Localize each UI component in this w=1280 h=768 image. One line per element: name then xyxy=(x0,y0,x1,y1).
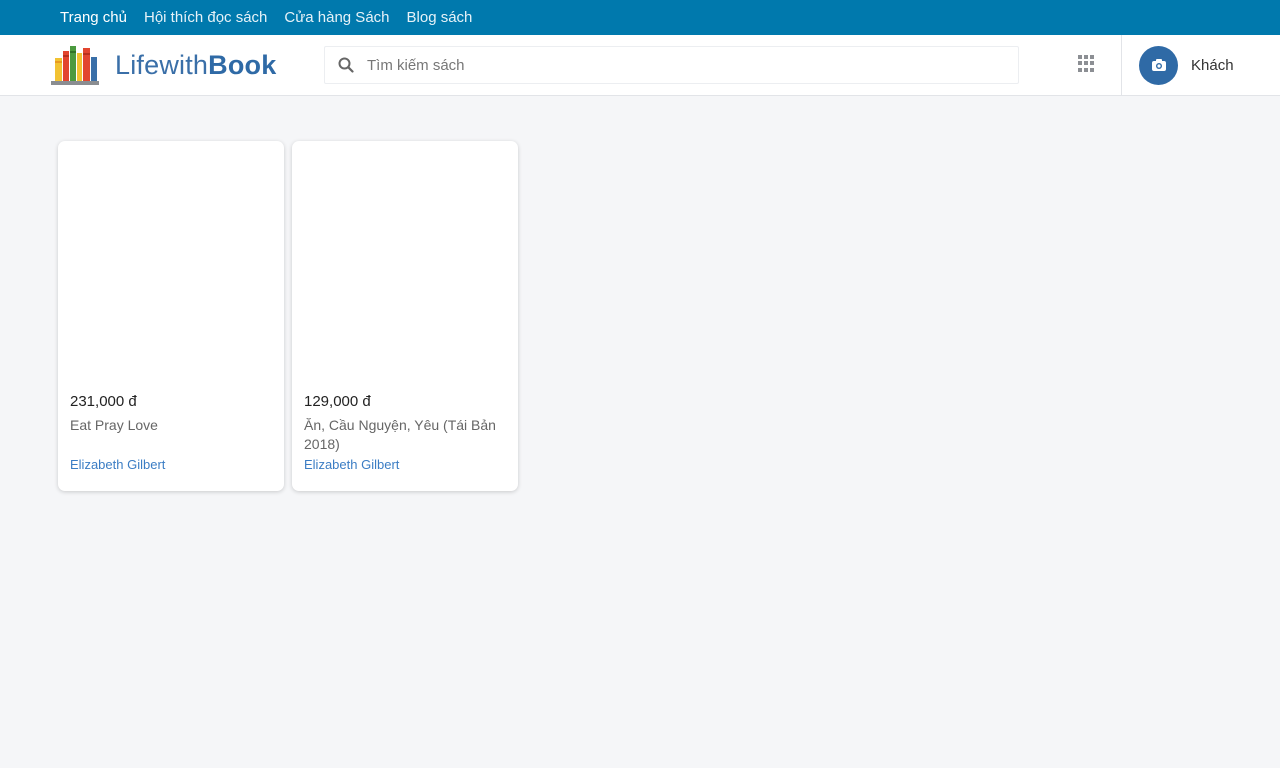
book-cover[interactable] xyxy=(292,141,518,386)
nav-link-home[interactable]: Trang chủ xyxy=(60,0,127,35)
books-logo-icon xyxy=(51,46,99,85)
camera-icon xyxy=(1151,59,1166,71)
top-nav-bar: Trang chủ Hội thích đọc sách Cửa hàng Sá… xyxy=(0,0,1280,35)
logo-text-bold: Book xyxy=(208,49,277,80)
book-cover[interactable] xyxy=(58,141,284,386)
book-card[interactable]: 231,000 đ Eat Pray Love Elizabeth Gilber… xyxy=(58,141,284,491)
search-input[interactable] xyxy=(367,56,1007,74)
logo-text: LifewithBook xyxy=(115,50,276,81)
search-icon[interactable] xyxy=(338,57,354,73)
avatar[interactable] xyxy=(1139,45,1178,85)
nav-link-reading-club[interactable]: Hội thích đọc sách xyxy=(144,0,267,35)
apps-grid-icon[interactable] xyxy=(1078,55,1095,72)
user-name: Khách xyxy=(1191,56,1234,74)
nav-link-bookstore[interactable]: Cửa hàng Sách xyxy=(284,0,389,35)
book-title[interactable]: Eat Pray Love xyxy=(70,416,275,435)
logo-text-light: Lifewith xyxy=(115,49,209,80)
search-box xyxy=(324,46,1019,84)
book-author-link[interactable]: Elizabeth Gilbert xyxy=(70,457,165,472)
site-header: LifewithBook Khách xyxy=(0,35,1280,96)
nav-link-blog[interactable]: Blog sách xyxy=(407,0,473,35)
book-price: 231,000 đ xyxy=(70,393,137,410)
book-author-link[interactable]: Elizabeth Gilbert xyxy=(304,457,399,472)
user-menu[interactable]: Khách xyxy=(1121,35,1280,95)
site-logo[interactable]: LifewithBook xyxy=(50,43,276,87)
book-card[interactable]: 129,000 đ Ăn, Cầu Nguyện, Yêu (Tái Bản 2… xyxy=(292,141,518,491)
book-title[interactable]: Ăn, Cầu Nguyện, Yêu (Tái Bản 2018) xyxy=(304,416,509,454)
book-price: 129,000 đ xyxy=(304,393,371,410)
